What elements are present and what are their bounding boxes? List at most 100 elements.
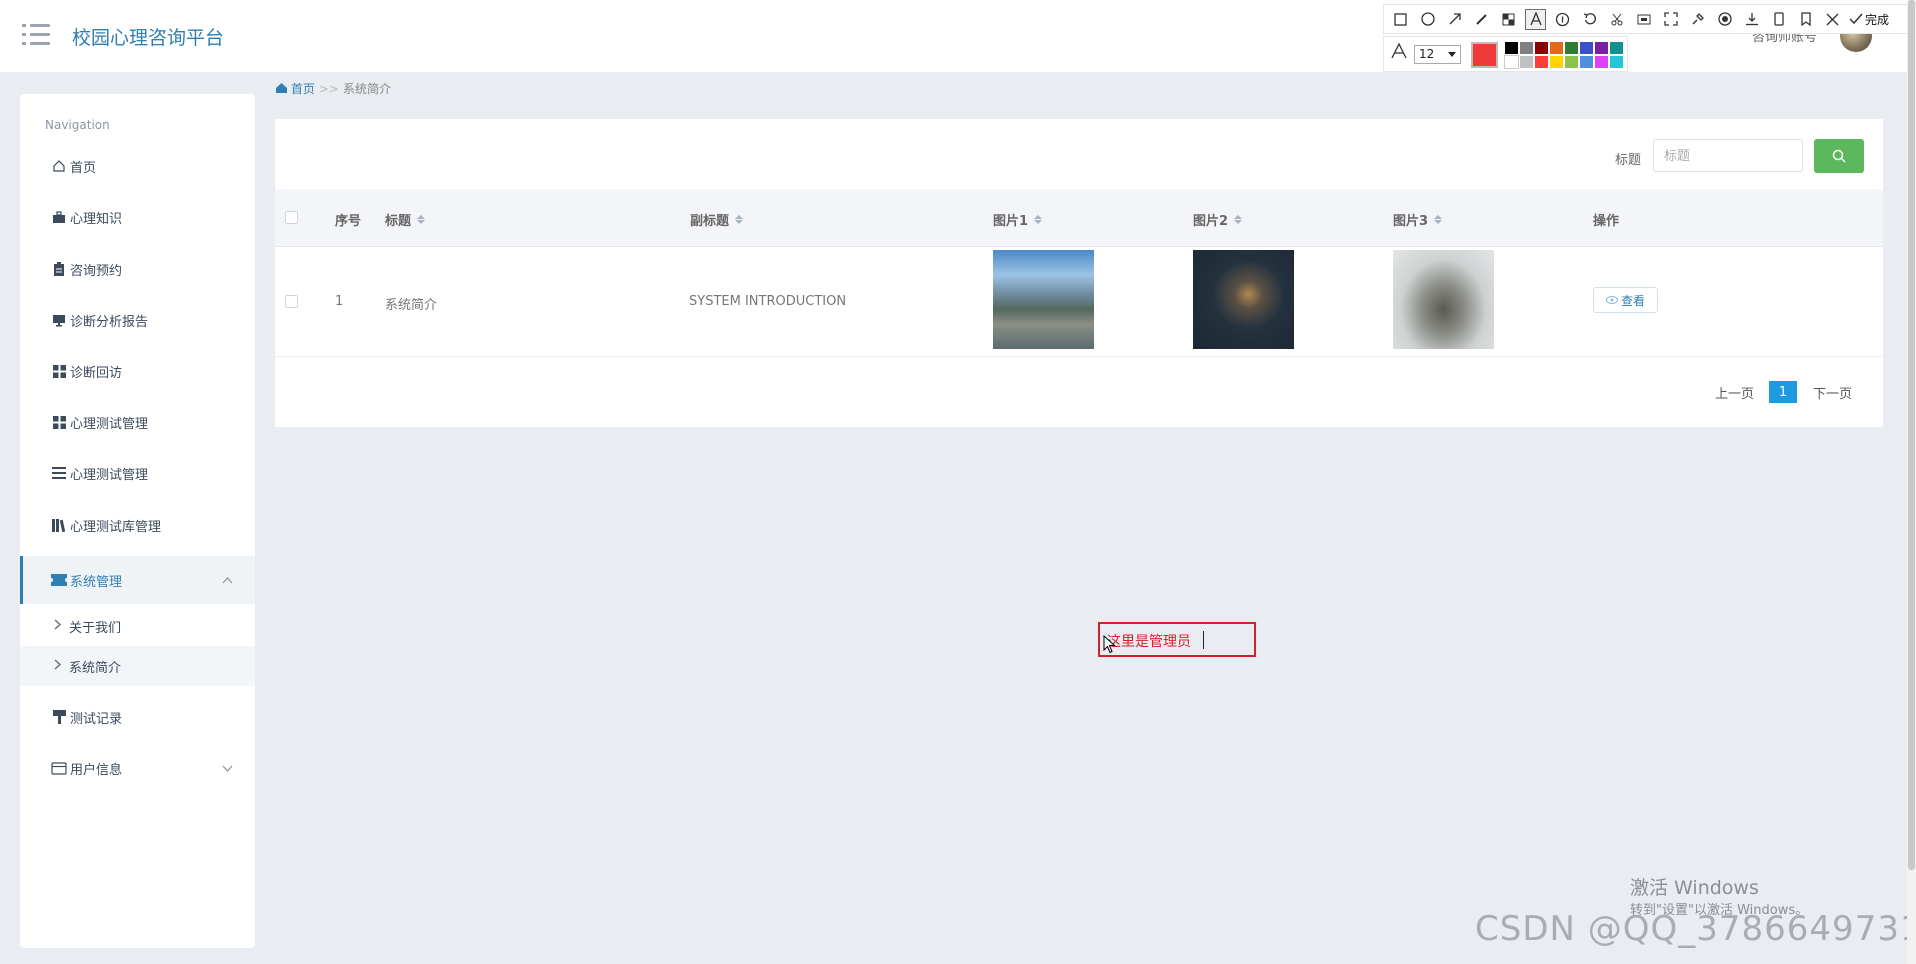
sidebar-item-home[interactable]: 首页 bbox=[20, 146, 255, 186]
sidebar-item-knowledge[interactable]: 心理知识 bbox=[20, 197, 255, 237]
column-header-label: 标题 bbox=[385, 214, 412, 229]
eye-icon bbox=[1605, 296, 1618, 304]
monitor-icon bbox=[51, 314, 67, 327]
select-all-checkbox[interactable] bbox=[285, 211, 298, 224]
download-icon[interactable] bbox=[1741, 9, 1762, 30]
arrow-tool-icon[interactable] bbox=[1444, 9, 1465, 30]
number-marker-icon[interactable] bbox=[1552, 9, 1573, 30]
undo-icon[interactable] bbox=[1579, 9, 1600, 30]
menu-toggle-icon[interactable] bbox=[22, 24, 50, 46]
view-button[interactable]: 查看 bbox=[1593, 287, 1658, 313]
sidebar-item-label: 用户信息 bbox=[70, 762, 123, 778]
row-index: 1 bbox=[335, 294, 344, 309]
sidebar-item-diagnosis-report[interactable]: 诊断分析报告 bbox=[20, 300, 255, 340]
color-swatch[interactable] bbox=[1550, 42, 1563, 54]
color-swatch[interactable] bbox=[1520, 42, 1533, 54]
rectangle-tool-icon[interactable] bbox=[1390, 9, 1411, 30]
sidebar-item-label: 诊断分析报告 bbox=[70, 314, 149, 330]
home-icon bbox=[276, 83, 287, 93]
font-size-value: 12 bbox=[1419, 47, 1435, 61]
annotation-textbox[interactable]: 这里是管理员 bbox=[1098, 622, 1256, 657]
text-style-panel: 12 bbox=[1383, 36, 1628, 72]
font-size-icon bbox=[1391, 42, 1407, 64]
pagination-prev[interactable]: 上一页 bbox=[1715, 383, 1754, 402]
paint-roller-icon bbox=[51, 710, 67, 724]
color-swatch[interactable] bbox=[1520, 56, 1533, 68]
row-image3-thumbnail[interactable] bbox=[1393, 250, 1494, 349]
column-header-image2[interactable]: 图片2 bbox=[1193, 210, 1243, 229]
sidebar-item-label: 心理测试管理 bbox=[70, 467, 149, 483]
breadcrumb-home[interactable]: 首页 bbox=[276, 80, 315, 97]
breadcrumb: 首页 >> 系统简介 bbox=[276, 80, 391, 97]
search-input[interactable] bbox=[1653, 139, 1803, 172]
column-header-subtitle[interactable]: 副标题 bbox=[690, 210, 744, 229]
pagination-current[interactable]: 1 bbox=[1769, 381, 1797, 403]
breadcrumb-current: 系统简介 bbox=[342, 82, 391, 96]
sidebar-subitem-system-intro[interactable]: 系统简介 bbox=[20, 646, 255, 686]
color-swatch[interactable] bbox=[1595, 42, 1608, 54]
sidebar-item-test-library[interactable]: 心理测试库管理 bbox=[20, 505, 255, 545]
page-scrollbar[interactable] bbox=[1907, 0, 1916, 964]
scrollbar-thumb[interactable] bbox=[1908, 0, 1915, 870]
column-header-title[interactable]: 标题 bbox=[385, 210, 426, 229]
color-swatch[interactable] bbox=[1504, 55, 1519, 69]
expand-capture-icon[interactable] bbox=[1660, 9, 1681, 30]
color-swatch[interactable] bbox=[1535, 42, 1548, 54]
sidebar-item-system-management[interactable]: 系统管理 bbox=[20, 556, 255, 604]
sort-icon bbox=[417, 215, 426, 224]
pin-icon[interactable] bbox=[1687, 9, 1708, 30]
close-icon[interactable] bbox=[1822, 9, 1843, 30]
sidebar-subitem-about-us[interactable]: 关于我们 bbox=[20, 606, 255, 646]
column-header-label: 图片3 bbox=[1393, 214, 1429, 229]
column-header-image3[interactable]: 图片3 bbox=[1393, 210, 1443, 229]
column-header-image1[interactable]: 图片1 bbox=[993, 210, 1043, 229]
nav-heading: Navigation bbox=[45, 118, 110, 132]
sidebar-subitem-label: 系统简介 bbox=[69, 660, 122, 676]
phone-icon[interactable] bbox=[1768, 9, 1789, 30]
sidebar-item-label: 系统管理 bbox=[70, 574, 123, 590]
sort-icon bbox=[1234, 215, 1243, 224]
text-tool-icon[interactable] bbox=[1525, 8, 1546, 30]
pagination-next[interactable]: 下一页 bbox=[1813, 383, 1852, 402]
record-icon[interactable] bbox=[1714, 9, 1735, 30]
color-swatch[interactable] bbox=[1580, 56, 1593, 68]
table-row: 1 系统简介 SYSTEM INTRODUCTION 查看 bbox=[275, 247, 1883, 357]
row-image1-thumbnail[interactable] bbox=[993, 250, 1094, 349]
color-swatch[interactable] bbox=[1565, 56, 1578, 68]
breadcrumb-home-label: 首页 bbox=[290, 82, 315, 96]
sidebar-item-label: 心理知识 bbox=[70, 211, 123, 227]
sidebar-item-test-management-2[interactable]: 心理测试管理 bbox=[20, 453, 255, 493]
done-button[interactable]: 完成 bbox=[1849, 11, 1889, 28]
color-swatch[interactable] bbox=[1610, 56, 1623, 68]
row-title: 系统简介 bbox=[385, 298, 438, 313]
sidebar-item-diagnosis-followup[interactable]: 诊断回访 bbox=[20, 351, 255, 391]
color-swatch[interactable] bbox=[1505, 42, 1518, 54]
scissors-icon[interactable] bbox=[1606, 9, 1627, 30]
color-swatch[interactable] bbox=[1595, 56, 1608, 68]
sort-icon bbox=[1434, 215, 1443, 224]
list-icon bbox=[51, 467, 67, 479]
row-checkbox[interactable] bbox=[285, 295, 298, 308]
search-button[interactable] bbox=[1814, 139, 1864, 173]
bookmark-icon[interactable] bbox=[1795, 9, 1816, 30]
sidebar-item-test-management-1[interactable]: 心理测试管理 bbox=[20, 402, 255, 442]
sidebar-item-test-records[interactable]: 测试记录 bbox=[20, 697, 255, 737]
row-image2-thumbnail[interactable] bbox=[1193, 250, 1294, 349]
current-color-swatch[interactable] bbox=[1471, 42, 1498, 68]
font-size-select[interactable]: 12 bbox=[1414, 45, 1461, 64]
sidebar-item-appointment[interactable]: 咨询预约 bbox=[20, 249, 255, 289]
mosaic-tool-icon[interactable] bbox=[1498, 9, 1519, 30]
color-swatch[interactable] bbox=[1580, 42, 1593, 54]
csdn-watermark: CSDN @QQ_3786649731 bbox=[1475, 909, 1916, 949]
color-swatch[interactable] bbox=[1535, 56, 1548, 68]
pen-tool-icon[interactable] bbox=[1471, 9, 1492, 30]
sidebar-item-user-info[interactable]: 用户信息 bbox=[20, 748, 255, 788]
ellipse-tool-icon[interactable] bbox=[1417, 9, 1438, 30]
color-swatch[interactable] bbox=[1610, 42, 1623, 54]
check-icon bbox=[1849, 13, 1863, 25]
search-label: 标题 bbox=[1615, 153, 1642, 168]
color-swatch[interactable] bbox=[1565, 42, 1578, 54]
color-swatch[interactable] bbox=[1550, 56, 1563, 68]
ocr-icon[interactable] bbox=[1633, 9, 1654, 30]
view-button-label: 查看 bbox=[1620, 293, 1645, 308]
